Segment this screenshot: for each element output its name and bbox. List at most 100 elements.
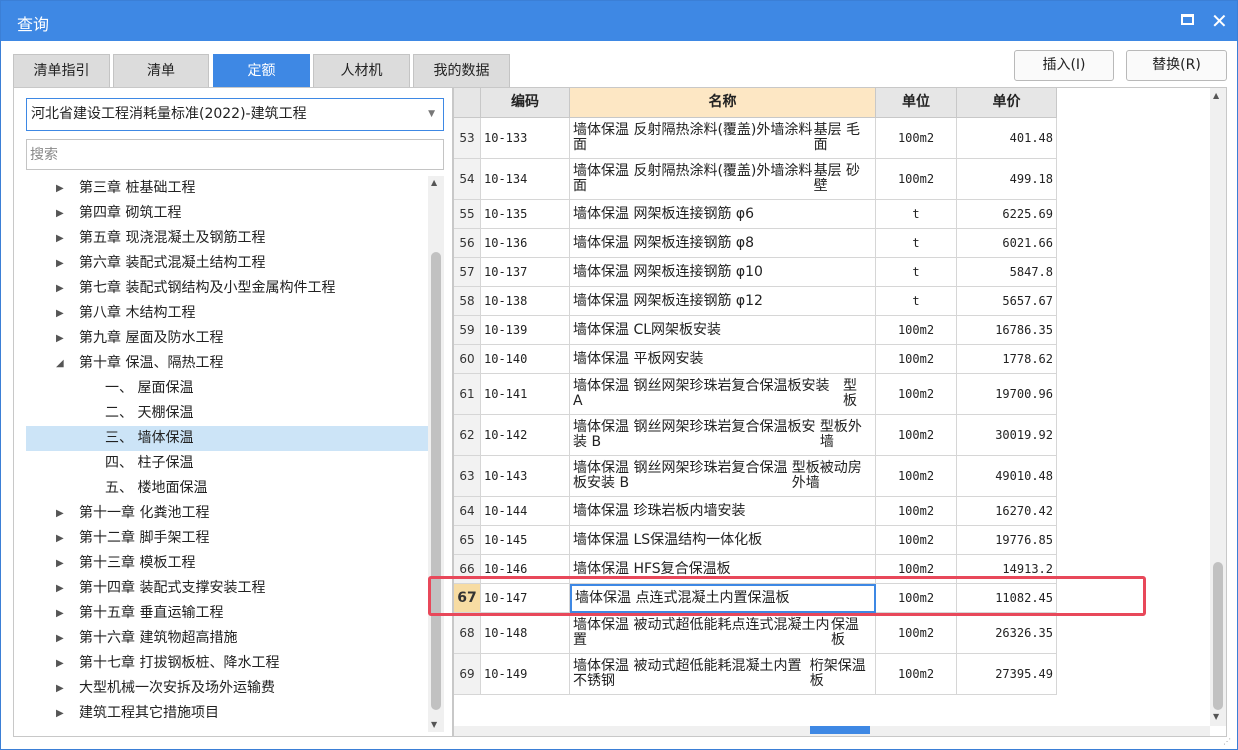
code-cell[interactable]: 10-138 [481,287,570,316]
price-cell[interactable]: 499.18 [957,159,1057,200]
unit-cell[interactable]: t [876,287,957,316]
code-cell[interactable]: 10-133 [481,118,570,159]
tree-node[interactable]: ▶ 第八章 木结构工程 [26,301,428,326]
tree-node[interactable]: ▶ 第十五章 垂直运输工程 [26,601,428,626]
price-column-header[interactable]: 单价 [957,88,1057,118]
unit-cell[interactable]: t [876,229,957,258]
price-cell[interactable]: 27395.49 [957,654,1057,695]
code-cell[interactable]: 10-137 [481,258,570,287]
name-cell[interactable]: 墙体保温 钢丝网架珍珠岩复合保温板安装 B 型板外墙 [570,415,876,456]
tree-node[interactable]: ▶ 第九章 屋面及防水工程 [26,326,428,351]
scroll-down-icon[interactable]: ▼ [431,720,437,729]
name-cell[interactable]: 墙体保温 点连式混凝土内置保温板 [570,584,876,613]
unit-column-header[interactable]: 单位 [876,88,957,118]
expand-arrow-icon[interactable]: ▶ [56,576,64,601]
expand-arrow-icon[interactable]: ▶ [56,176,64,201]
code-cell[interactable]: 10-136 [481,229,570,258]
tree-node[interactable]: ▶ 第六章 装配式混凝土结构工程 [26,251,428,276]
chevron-down-icon[interactable]: ▼ [428,99,435,130]
code-cell[interactable]: 10-143 [481,456,570,497]
tree-node[interactable]: ▶ 第十一章 化粪池工程 [26,501,428,526]
price-cell[interactable]: 16786.35 [957,316,1057,345]
unit-cell[interactable]: 100m2 [876,555,957,584]
code-column-header[interactable]: 编码 [481,88,570,118]
unit-cell[interactable]: 100m2 [876,415,957,456]
code-cell[interactable]: 10-134 [481,159,570,200]
expand-arrow-icon[interactable]: ▶ [56,301,64,326]
name-cell[interactable]: 墙体保温 网架板连接钢筋 φ6 [570,200,876,229]
unit-cell[interactable]: t [876,200,957,229]
price-cell[interactable]: 19776.85 [957,526,1057,555]
replace-button[interactable]: 替换(R) [1126,50,1227,81]
tree-node[interactable]: ▶ 第四章 砌筑工程 [26,201,428,226]
tree-node[interactable]: ▶ 第十七章 打拔钢板桩、降水工程 [26,651,428,676]
name-cell[interactable]: 墙体保温 珍珠岩板内墙安装 [570,497,876,526]
tree-node[interactable]: ▶ 第十三章 模板工程 [26,551,428,576]
tab-my-data[interactable]: 我的数据 [413,54,510,87]
code-cell[interactable]: 10-142 [481,415,570,456]
expand-arrow-icon[interactable]: ▶ [56,676,64,701]
expand-arrow-icon[interactable]: ▶ [56,251,64,276]
grid-scroll-thumb[interactable] [1213,562,1223,710]
expand-arrow-icon[interactable]: ▶ [56,501,64,526]
tree-scroll-thumb[interactable] [431,252,441,710]
name-cell[interactable]: 墙体保温 钢丝网架珍珠岩复合保温板安装 A 型板 [570,374,876,415]
expand-arrow-icon[interactable]: ▶ [56,326,64,351]
code-cell[interactable]: 10-149 [481,654,570,695]
price-cell[interactable]: 401.48 [957,118,1057,159]
price-cell[interactable]: 26326.35 [957,613,1057,654]
name-cell[interactable]: 墙体保温 网架板连接钢筋 φ10 [570,258,876,287]
tab-quota[interactable]: 定额 [213,54,310,87]
name-cell[interactable]: 墙体保温 被动式超低能耗混凝土内置不锈钢 桁架保温板 [570,654,876,695]
tree-node[interactable]: 一、 屋面保温 [26,376,428,401]
tree-node[interactable]: ▶ 第十六章 建筑物超高措施 [26,626,428,651]
tree-node[interactable]: ▶ 第十二章 脚手架工程 [26,526,428,551]
collapse-arrow-icon[interactable]: ◢ [56,351,64,376]
expand-arrow-icon[interactable]: ▶ [56,651,64,676]
code-cell[interactable]: 10-141 [481,374,570,415]
unit-cell[interactable]: 100m2 [876,613,957,654]
unit-cell[interactable]: 100m2 [876,497,957,526]
tree-node[interactable]: ▶ 大型机械一次安拆及场外运输费 [26,676,428,701]
price-cell[interactable]: 5847.8 [957,258,1057,287]
tree-node[interactable]: ▶ 第七章 装配式钢结构及小型金属构件工程 [26,276,428,301]
tab-labor-material-machine[interactable]: 人材机 [313,54,410,87]
tree-node[interactable]: 四、 柱子保温 [26,451,428,476]
tree-node[interactable]: ▶ 建筑工程其它措施项目 [26,701,428,726]
unit-cell[interactable]: 100m2 [876,654,957,695]
collapse-handle[interactable] [810,726,870,734]
name-cell[interactable]: 墙体保温 钢丝网架珍珠岩复合保温板安装 B 型板被动房外墙 [570,456,876,497]
name-cell[interactable]: 墙体保温 LS保温结构一体化板 [570,526,876,555]
tree-node[interactable]: 五、 楼地面保温 [26,476,428,501]
code-cell[interactable]: 10-140 [481,345,570,374]
price-cell[interactable]: 5657.67 [957,287,1057,316]
title-bar[interactable]: 查询 ✕ [1,1,1237,41]
expand-arrow-icon[interactable]: ▶ [56,226,64,251]
tab-list[interactable]: 清单 [113,54,209,87]
tree-node[interactable]: 三、 墙体保温 [26,426,428,451]
unit-cell[interactable]: 100m2 [876,345,957,374]
scroll-up-icon[interactable]: ▲ [1213,91,1219,100]
resize-grip-icon[interactable]: ⋰ [1223,737,1231,746]
code-cell[interactable]: 10-135 [481,200,570,229]
tree-node[interactable]: 二、 天棚保温 [26,401,428,426]
unit-cell[interactable]: 100m2 [876,159,957,200]
unit-cell[interactable]: 100m2 [876,456,957,497]
tree-scrollbar[interactable]: ▲ ▼ [428,176,444,732]
tree-node[interactable]: ◢ 第十章 保温、隔热工程 [26,351,428,376]
price-cell[interactable]: 19700.96 [957,374,1057,415]
unit-cell[interactable]: 100m2 [876,316,957,345]
name-cell[interactable]: 墙体保温 网架板连接钢筋 φ8 [570,229,876,258]
code-cell[interactable]: 10-146 [481,555,570,584]
close-icon[interactable]: ✕ [1211,9,1228,33]
price-cell[interactable]: 30019.92 [957,415,1057,456]
name-cell[interactable]: 墙体保温 CL网架板安装 [570,316,876,345]
tree-node[interactable]: ▶ 第五章 现浇混凝土及钢筋工程 [26,226,428,251]
price-cell[interactable]: 49010.48 [957,456,1057,497]
price-cell[interactable]: 16270.42 [957,497,1057,526]
scroll-down-icon[interactable]: ▼ [1213,712,1219,721]
code-cell[interactable]: 10-148 [481,613,570,654]
name-column-header[interactable]: 名称 [570,88,876,118]
unit-cell[interactable]: t [876,258,957,287]
grid-horizontal-scrollbar[interactable] [454,726,1210,736]
